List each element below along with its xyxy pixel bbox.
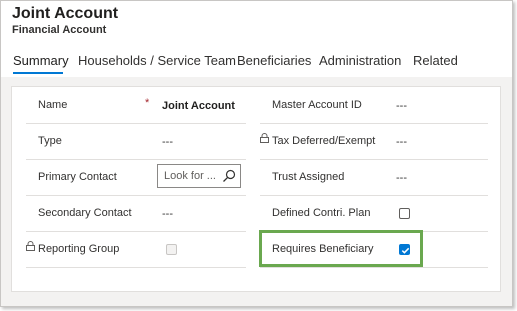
row-divider [26, 159, 246, 160]
record-subtitle: Financial Account [12, 24, 107, 36]
reporting-group-checkbox[interactable] [166, 244, 177, 255]
master-account-id-value[interactable]: --- [396, 100, 407, 112]
search-icon[interactable] [222, 169, 236, 183]
record-header: Joint Account Financial Account Summary … [1, 1, 512, 77]
row-divider [26, 123, 246, 124]
secondary-contact-value[interactable]: --- [162, 208, 173, 220]
row-divider [26, 231, 246, 232]
tab-summary[interactable]: Summary [13, 53, 69, 68]
row-divider [26, 195, 246, 196]
primary-contact-label: Primary Contact [38, 171, 117, 183]
summary-section: Name * Joint Account Type --- Primary Co… [11, 86, 501, 292]
window-frame: Joint Account Financial Account Summary … [0, 0, 513, 307]
tax-deferred-exempt-label: Tax Deferred/Exempt [272, 135, 376, 147]
defined-contri-plan-checkbox[interactable] [399, 208, 410, 219]
name-label: Name [38, 99, 68, 111]
lock-icon [260, 133, 269, 143]
secondary-contact-label: Secondary Contact [38, 207, 132, 219]
type-value[interactable]: --- [162, 136, 173, 148]
tax-deferred-exempt-value[interactable]: --- [396, 136, 407, 148]
tab-beneficiaries[interactable]: Beneficiaries [237, 53, 311, 68]
row-divider [260, 195, 488, 196]
primary-contact-placeholder: Look for ... [164, 170, 216, 182]
row-divider [260, 267, 488, 268]
row-divider [260, 159, 488, 160]
master-account-id-label: Master Account ID [272, 99, 362, 111]
trust-assigned-label: Trust Assigned [272, 171, 345, 183]
trust-assigned-value[interactable]: --- [396, 172, 407, 184]
tab-bar: Summary Households / Service Team Benefi… [1, 53, 512, 77]
row-divider [26, 267, 246, 268]
reporting-group-label: Reporting Group [38, 243, 120, 255]
primary-contact-lookup[interactable]: Look for ... [157, 164, 241, 188]
record-title: Joint Account [12, 5, 119, 22]
highlight-box [259, 230, 423, 267]
required-indicator: * [145, 97, 150, 109]
type-label: Type [38, 135, 62, 147]
lock-icon [26, 241, 35, 251]
tab-households-service-team[interactable]: Households / Service Team [78, 53, 236, 68]
tab-related[interactable]: Related [413, 53, 458, 68]
tab-administration[interactable]: Administration [319, 53, 401, 68]
defined-contri-plan-label: Defined Contri. Plan [272, 207, 371, 219]
active-tab-indicator [13, 72, 63, 74]
row-divider [260, 123, 488, 124]
name-value[interactable]: Joint Account [162, 100, 235, 112]
